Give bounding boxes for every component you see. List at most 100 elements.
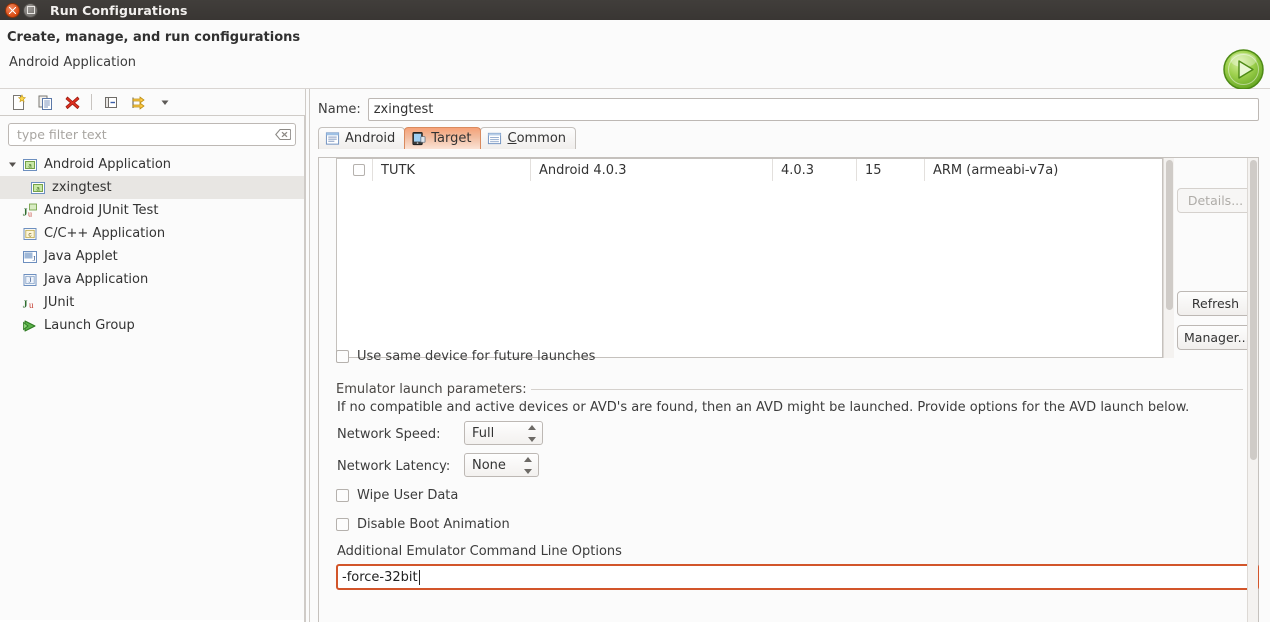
search-input-wrapper[interactable] bbox=[8, 123, 296, 146]
device-table[interactable]: TUTK Android 4.0.3 4.0.3 15 ARM (armeabi-v7a… bbox=[336, 158, 1163, 358]
wipe-user-data-label: Wipe User Data bbox=[357, 488, 459, 503]
copy-icon[interactable] bbox=[33, 91, 57, 113]
emulator-group-legend: Emulator launch parameters: bbox=[336, 382, 533, 397]
use-same-device-row[interactable]: Use same device for future launches bbox=[336, 349, 595, 364]
panel-scrollbar[interactable] bbox=[1247, 158, 1258, 622]
configuration-editor: Name: Android Target Common TUTKAndroid 4.… bbox=[310, 89, 1270, 622]
android-app-icon: a bbox=[22, 157, 38, 173]
device-row-checkbox[interactable] bbox=[352, 164, 365, 176]
expand-arrow-icon[interactable] bbox=[8, 160, 22, 169]
junit-icon: Ju bbox=[22, 295, 38, 311]
tree-item[interactable]: c C/C++ Application bbox=[0, 222, 304, 245]
disable-boot-animation-checkbox[interactable] bbox=[336, 518, 349, 531]
tab-android[interactable]: Android bbox=[318, 127, 406, 149]
config-name-row: Name: bbox=[310, 89, 1270, 121]
target-tab-panel: TUTK Android 4.0.3 4.0.3 15 ARM (armeabi-v7a… bbox=[318, 157, 1259, 622]
config-name-input[interactable] bbox=[367, 98, 1259, 121]
network-speed-label: Network Speed: bbox=[337, 427, 441, 442]
tab-common[interactable]: Common bbox=[480, 127, 577, 149]
network-latency-spinner[interactable]: None bbox=[464, 453, 539, 477]
device-row-checkbox-cell[interactable] bbox=[337, 159, 373, 181]
dialog-body: a Android Application a zxingtest Ju Android … bbox=[0, 89, 1270, 622]
configurations-panel: a Android Application a zxingtest Ju Android … bbox=[0, 89, 305, 622]
filter-arrows-icon[interactable] bbox=[126, 91, 150, 113]
page-subtitle: Android Application bbox=[9, 55, 137, 70]
network-speed-spinner[interactable]: Full bbox=[464, 421, 543, 445]
tree-item[interactable]: J Java Application bbox=[0, 268, 304, 291]
android-tab-icon bbox=[325, 131, 340, 146]
use-same-device-label: Use same device for future launches bbox=[357, 349, 596, 364]
tree-item-label: C/C++ Application bbox=[44, 226, 166, 241]
common-tab-icon bbox=[487, 131, 502, 146]
target-cell: 4.0.3 bbox=[773, 159, 857, 181]
configurations-tree-container: a Android Application a zxingtest Ju Android … bbox=[0, 116, 305, 622]
launch-group-icon bbox=[22, 318, 38, 334]
search-input[interactable] bbox=[15, 126, 275, 143]
new-document-icon[interactable] bbox=[6, 91, 30, 113]
cpu-abi-cell: ARM (armeabi-v7a) bbox=[933, 162, 1059, 178]
maximize-icon[interactable] bbox=[23, 2, 38, 18]
scrollbar-thumb[interactable] bbox=[1250, 160, 1257, 460]
avd-name-cell: Android 4.0.3 bbox=[531, 159, 773, 181]
delete-x-icon[interactable] bbox=[60, 91, 84, 113]
chevron-down-icon[interactable] bbox=[153, 91, 177, 113]
tab-target[interactable]: Target bbox=[404, 127, 482, 149]
additional-options-value: -force-32bit bbox=[342, 569, 418, 585]
close-icon[interactable] bbox=[5, 2, 20, 18]
wipe-user-data-row[interactable]: Wipe User Data bbox=[336, 488, 458, 503]
tree-item[interactable]: a Android Application bbox=[0, 153, 304, 176]
scrollbar-thumb[interactable] bbox=[1166, 160, 1173, 310]
window-title: Run Configurations bbox=[50, 2, 188, 18]
tab-label: Target bbox=[431, 131, 472, 146]
wipe-user-data-checkbox[interactable] bbox=[336, 489, 349, 502]
disable-boot-animation-row[interactable]: Disable Boot Animation bbox=[336, 517, 510, 532]
spinner-arrows-icon[interactable] bbox=[523, 457, 532, 474]
dialog-header: Create, manage, and run configurations A… bbox=[0, 20, 1270, 91]
run-play-icon[interactable] bbox=[1222, 48, 1265, 91]
device-table-scrollbar[interactable] bbox=[1163, 158, 1174, 358]
clear-field-icon[interactable] bbox=[275, 128, 292, 141]
java-applet-icon: J bbox=[22, 249, 38, 265]
c-app-icon: c bbox=[22, 226, 38, 242]
filter-row bbox=[0, 116, 304, 150]
tab-label: Common bbox=[507, 131, 567, 146]
refresh-button[interactable]: Refresh bbox=[1177, 291, 1254, 316]
tree-item-label: Android Application bbox=[44, 157, 172, 172]
use-same-device-checkbox[interactable] bbox=[336, 350, 349, 363]
tree-item[interactable]: a zxingtest bbox=[0, 176, 304, 199]
android-app-icon: a bbox=[30, 180, 46, 196]
tree-item-label: Java Applet bbox=[44, 249, 118, 264]
target-device-icon bbox=[411, 131, 426, 146]
device-name-cell: TUTK bbox=[373, 159, 531, 181]
svg-text:u: u bbox=[29, 300, 34, 310]
tree-item-label: Android JUnit Test bbox=[44, 203, 159, 218]
tree-item-label: zxingtest bbox=[52, 180, 112, 195]
window-titlebar: Run Configurations bbox=[0, 0, 1270, 20]
collapse-all-icon[interactable] bbox=[99, 91, 123, 113]
network-latency-value: None bbox=[472, 457, 506, 473]
tab-label: Android bbox=[345, 131, 396, 146]
tree-item[interactable]: Launch Group bbox=[0, 314, 304, 337]
tree-item[interactable]: J Java Applet bbox=[0, 245, 304, 268]
additional-options-input[interactable]: -force-32bit bbox=[336, 564, 1259, 590]
group-divider bbox=[531, 389, 1243, 390]
additional-options-label: Additional Emulator Command Line Options bbox=[337, 544, 622, 559]
network-latency-label: Network Latency: bbox=[337, 459, 451, 474]
tree-item[interactable]: Ju JUnit bbox=[0, 291, 304, 314]
network-speed-value: Full bbox=[472, 425, 495, 441]
page-title: Create, manage, and run configurations bbox=[7, 30, 301, 45]
details-button[interactable]: Details... bbox=[1177, 188, 1254, 213]
svg-text:J: J bbox=[23, 299, 28, 310]
spinner-arrows-icon[interactable] bbox=[527, 425, 536, 442]
configurations-tree[interactable]: a Android Application a zxingtest Ju Android … bbox=[0, 150, 304, 620]
api-level-cell: 15 bbox=[857, 159, 925, 181]
tree-item[interactable]: Ju Android JUnit Test bbox=[0, 199, 304, 222]
junit-android-icon: Ju bbox=[22, 203, 38, 219]
editor-tabs[interactable]: Android Target Common bbox=[310, 125, 1270, 149]
table-row[interactable]: TUTK Android 4.0.3 4.0.3 15 ARM (armeabi-v7a… bbox=[337, 159, 1162, 181]
svg-text:J: J bbox=[33, 255, 36, 263]
tree-item-label: Java Application bbox=[44, 272, 149, 287]
manager-button[interactable]: Manager... bbox=[1177, 325, 1254, 350]
svg-text:J: J bbox=[29, 276, 32, 284]
java-app-icon: J bbox=[22, 272, 38, 288]
